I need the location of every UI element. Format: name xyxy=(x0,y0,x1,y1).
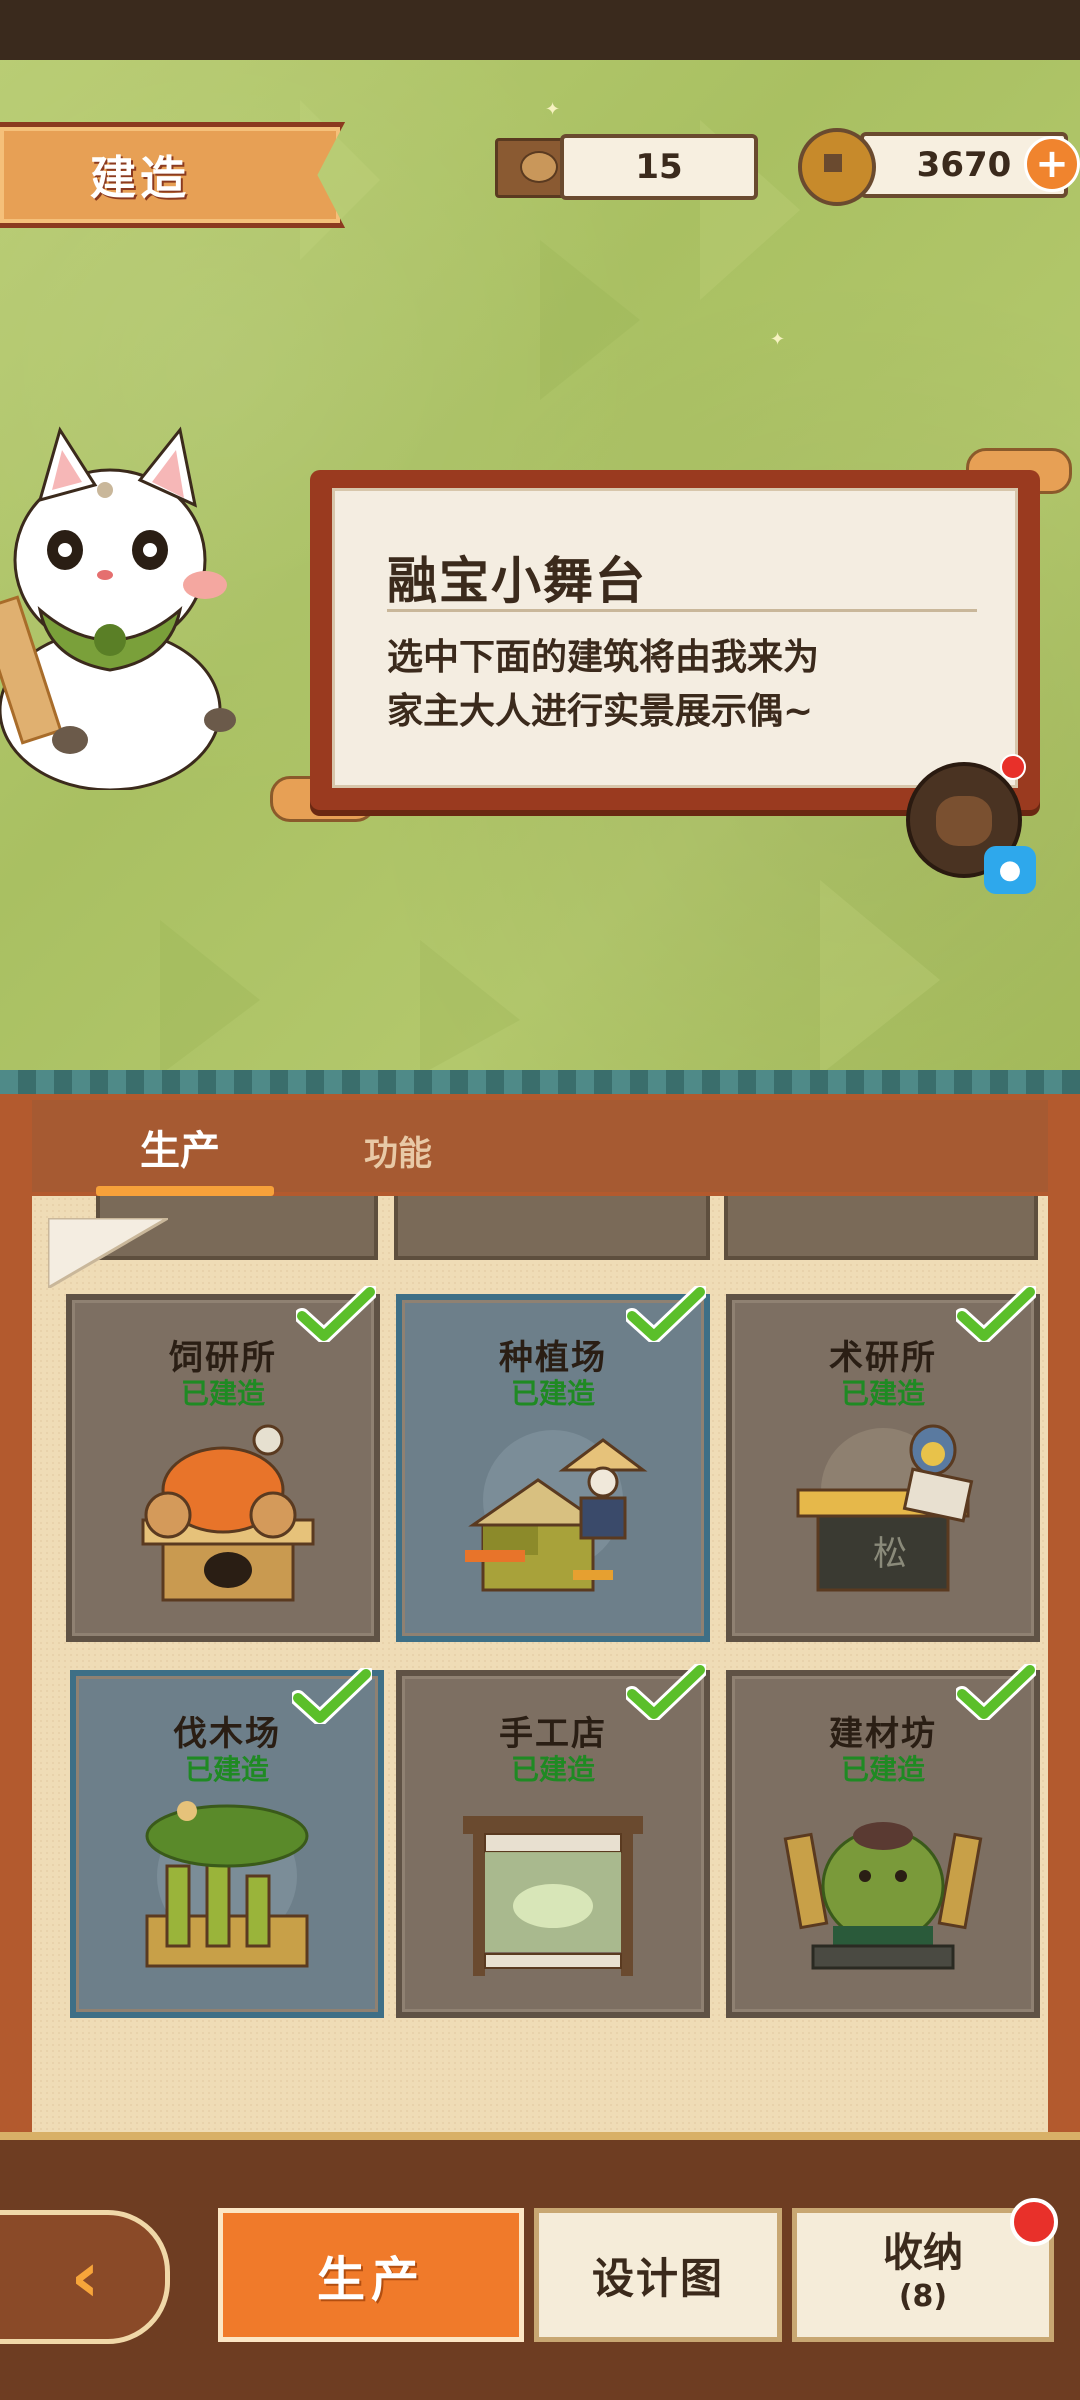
partial-card-3[interactable] xyxy=(724,1196,1038,1260)
page-title-ribbon: 建造 xyxy=(0,122,345,228)
svg-text:松: 松 xyxy=(873,1534,907,1574)
storage-notification-dot xyxy=(1010,2198,1058,2246)
material-workshop-icon xyxy=(783,1822,983,1970)
dialog-title: 融宝小舞台 xyxy=(387,552,647,610)
check-icon xyxy=(626,1664,706,1720)
chat-badge-icon[interactable]: ● xyxy=(984,846,1036,894)
check-icon xyxy=(296,1286,376,1342)
wood-resource-count: 15 xyxy=(560,134,758,200)
dialog-body-line-2: 家主大人进行实景展示偶~ xyxy=(387,691,814,732)
check-icon xyxy=(292,1668,372,1724)
check-icon xyxy=(956,1286,1036,1342)
dialog-panel: 融宝小舞台 选中下面的建筑将由我来为 家主大人进行实景展示偶~ xyxy=(332,488,1018,788)
partial-card-2[interactable] xyxy=(394,1196,710,1260)
building-status: 已建造 xyxy=(510,1377,595,1410)
dialog-box: 融宝小舞台 选中下面的建筑将由我来为 家主大人进行实景展示偶~ xyxy=(310,470,1040,810)
building-status: 已建造 xyxy=(184,1753,269,1786)
building-card-art-lab[interactable]: 术研所 已建造 松 xyxy=(726,1294,1040,1642)
cat-mascot-icon xyxy=(0,426,236,790)
svg-text:✦: ✦ xyxy=(545,99,560,120)
building-status: 已建造 xyxy=(180,1377,265,1410)
art-lab-icon: 松 xyxy=(796,1424,974,1592)
panel-border xyxy=(0,1070,1080,1096)
tab-function[interactable]: 功能 xyxy=(364,1126,432,1175)
svg-text:✦: ✦ xyxy=(770,329,785,350)
building-status: 已建造 xyxy=(840,1377,925,1410)
tab-production[interactable]: 生产 xyxy=(140,1118,220,1176)
building-card-farm[interactable]: 种植场 已建造 xyxy=(396,1294,710,1642)
scroll-corner-icon xyxy=(48,1218,168,1288)
notification-dot xyxy=(1000,754,1026,780)
craft-shop-icon xyxy=(463,1816,643,1976)
check-icon xyxy=(626,1286,706,1342)
status-bar xyxy=(0,0,1080,60)
dialog-divider xyxy=(387,609,977,612)
design-button[interactable]: 设计图 xyxy=(534,2208,782,2342)
dialog-body-line-1: 选中下面的建筑将由我来为 xyxy=(387,637,820,678)
storage-count: (8) xyxy=(898,2279,948,2314)
building-status: 已建造 xyxy=(510,1753,595,1786)
page-title: 建造 xyxy=(90,151,190,205)
add-coins-button[interactable]: + xyxy=(1024,136,1080,192)
dialog-body: 选中下面的建筑将由我来为 家主大人进行实景展示偶~ xyxy=(387,631,987,739)
back-arrow-icon: ‹ xyxy=(70,2236,100,2318)
feed-lab-icon xyxy=(141,1424,315,1602)
production-button[interactable]: 生产 xyxy=(218,2208,524,2342)
lumber-yard-icon xyxy=(145,1801,309,1968)
building-status: 已建造 xyxy=(840,1753,925,1786)
check-icon xyxy=(956,1664,1036,1720)
storage-label: 收纳 xyxy=(883,2230,963,2276)
building-card-feed-lab[interactable]: 饲研所 已建造 xyxy=(66,1294,380,1642)
building-card-craft-shop[interactable]: 手工店 已建造 xyxy=(396,1670,710,2018)
farm-icon xyxy=(465,1430,648,1592)
back-button[interactable]: ‹ xyxy=(0,2210,170,2344)
active-tab-indicator xyxy=(96,1186,274,1196)
building-card-material-workshop[interactable]: 建材坊 已建造 xyxy=(726,1670,1040,2018)
coin-icon xyxy=(798,128,876,206)
